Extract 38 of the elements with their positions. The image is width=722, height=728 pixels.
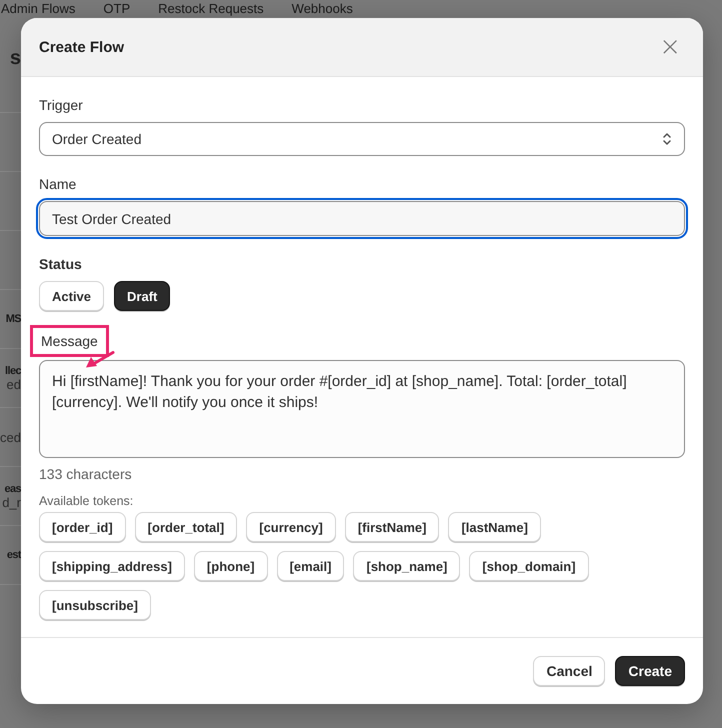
token-chip[interactable]: [order_total] [134,512,238,542]
name-field[interactable]: Test Order Created [39,201,685,236]
section-label: Status [39,256,82,272]
cancel-button[interactable]: Cancel [533,656,606,686]
field-label: Trigger [39,97,83,113]
token-chip[interactable]: [lastName] [448,512,541,542]
nav-tab[interactable]: OTP [103,2,130,16]
row-title: llec [5,364,21,376]
token-chip[interactable]: [unsubscribe] [39,590,151,620]
dialog-title: Create Flow [39,38,124,56]
token-chip[interactable]: [firstName] [344,512,440,542]
create-button[interactable]: Create [615,656,685,686]
nav-tab[interactable]: Restock Requests [158,2,264,16]
row-subtitle: ced [0,430,21,444]
status-option[interactable]: Active [39,281,104,311]
close-button[interactable]: × [655,34,685,60]
row-subtitle: ed [6,376,21,392]
tokens-label: Available tokens: [39,494,134,508]
token-chip[interactable]: [email] [276,551,344,581]
message-field[interactable]: Hi [firstName]! Thank you for your order #[order_id] at [shop_name]. Total: [order_total] [currency]. We'll notify you once it ships! [39,360,685,458]
chevron-updown-icon [662,132,672,146]
field-label: Name [39,176,76,192]
field-label: Message [30,325,109,357]
token-chip[interactable]: [shipping_address] [39,551,185,581]
nav-tab[interactable]: Webhooks [292,2,353,16]
character-count: 133 characters [39,466,132,482]
token-chip[interactable]: [phone] [194,551,268,581]
row-title: est [6,549,21,561]
token-chip[interactable]: [shop_name] [353,551,460,581]
status-option[interactable]: Draft [114,281,170,311]
row-title: MS [6,313,21,325]
row-subtitle: d_r [2,494,21,510]
token-chip[interactable]: [order_id] [39,512,126,542]
token-chip[interactable]: [currency] [246,512,336,542]
token-chip[interactable]: [shop_domain] [469,551,589,581]
row-title: eas [4,482,21,494]
trigger-select[interactable]: Order Created [39,122,685,156]
nav-tab[interactable]: Admin Flows [1,2,76,16]
